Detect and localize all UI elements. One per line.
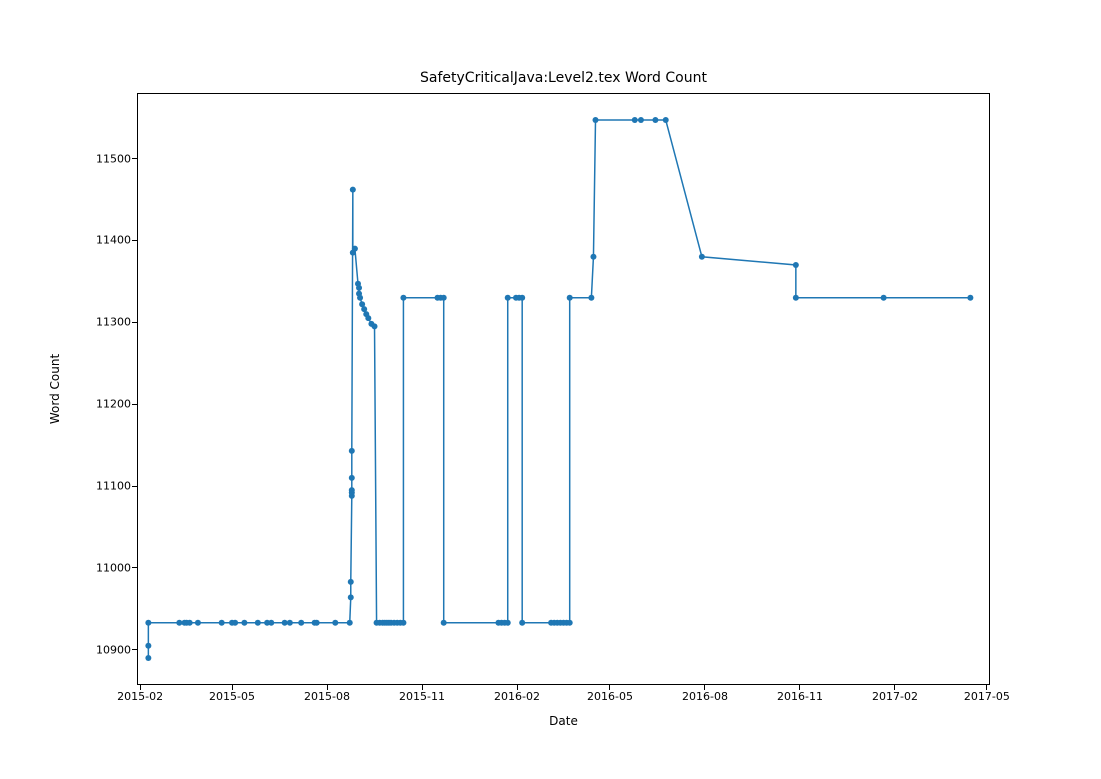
- data-point: [632, 117, 638, 123]
- y-tick-mark: [132, 404, 137, 405]
- data-point: [347, 620, 353, 626]
- data-point: [145, 620, 151, 626]
- data-point: [638, 117, 644, 123]
- data-point: [241, 620, 247, 626]
- data-point: [287, 620, 293, 626]
- data-point: [400, 295, 406, 301]
- data-point: [356, 285, 362, 291]
- y-tick-mark: [132, 649, 137, 650]
- x-tick-label: 2015-05: [209, 690, 255, 703]
- data-point: [332, 620, 338, 626]
- data-point: [519, 295, 525, 301]
- y-tick-mark: [132, 240, 137, 241]
- y-tick-label: 11500: [96, 152, 131, 165]
- y-tick-mark: [132, 322, 137, 323]
- data-point: [588, 295, 594, 301]
- y-tick-label: 11000: [96, 561, 131, 574]
- data-point: [567, 295, 573, 301]
- x-tick-label: 2016-11: [777, 690, 823, 703]
- data-point: [145, 643, 151, 649]
- data-point: [441, 295, 447, 301]
- data-point: [350, 187, 356, 193]
- chart-title: SafetyCriticalJava:Level2.tex Word Count: [137, 70, 990, 86]
- data-point: [357, 295, 363, 301]
- data-point: [348, 594, 354, 600]
- data-point: [590, 254, 596, 260]
- chart-container: SafetyCriticalJava:Level2.tex Word Count…: [0, 0, 1101, 779]
- y-tick-label: 11200: [96, 398, 131, 411]
- data-point: [793, 262, 799, 268]
- data-point: [505, 295, 511, 301]
- data-point: [232, 620, 238, 626]
- x-tick-label: 2017-02: [872, 690, 918, 703]
- data-point: [282, 620, 288, 626]
- data-point: [349, 487, 355, 493]
- data-point: [699, 254, 705, 260]
- y-tick-mark: [132, 158, 137, 159]
- data-point: [349, 475, 355, 481]
- x-tick-label: 2015-11: [399, 690, 445, 703]
- y-axis-label: Word Count: [48, 354, 62, 424]
- x-tick-label: 2016-02: [494, 690, 540, 703]
- data-point: [187, 620, 193, 626]
- x-tick-label: 2015-08: [304, 690, 350, 703]
- data-point: [298, 620, 304, 626]
- x-tick-label: 2017-05: [964, 690, 1010, 703]
- data-point: [352, 246, 358, 252]
- data-point: [400, 620, 406, 626]
- data-point: [652, 117, 658, 123]
- data-point: [219, 620, 225, 626]
- data-point: [176, 620, 182, 626]
- data-point: [593, 117, 599, 123]
- y-tick-label: 11100: [96, 480, 131, 493]
- data-point: [195, 620, 201, 626]
- data-point: [881, 295, 887, 301]
- data-point: [348, 579, 354, 585]
- x-tick-label: 2016-08: [682, 690, 728, 703]
- y-tick-label: 10900: [96, 643, 131, 656]
- data-point: [441, 620, 447, 626]
- data-point: [519, 620, 525, 626]
- plot-svg: [137, 93, 990, 685]
- data-point: [255, 620, 261, 626]
- line-series: [148, 120, 970, 658]
- data-point: [793, 295, 799, 301]
- data-point: [567, 620, 573, 626]
- y-tick-mark: [132, 486, 137, 487]
- x-tick-label: 2015-02: [117, 690, 163, 703]
- data-point: [365, 315, 371, 321]
- data-point: [314, 620, 320, 626]
- y-tick-label: 11400: [96, 234, 131, 247]
- y-tick-mark: [132, 567, 137, 568]
- y-tick-label: 11300: [96, 316, 131, 329]
- data-point: [349, 448, 355, 454]
- data-point: [145, 655, 151, 661]
- x-axis-label: Date: [137, 714, 990, 728]
- data-point: [663, 117, 669, 123]
- data-point: [505, 620, 511, 626]
- x-tick-label: 2016-05: [587, 690, 633, 703]
- data-point: [967, 295, 973, 301]
- data-point: [268, 620, 274, 626]
- data-point: [372, 323, 378, 329]
